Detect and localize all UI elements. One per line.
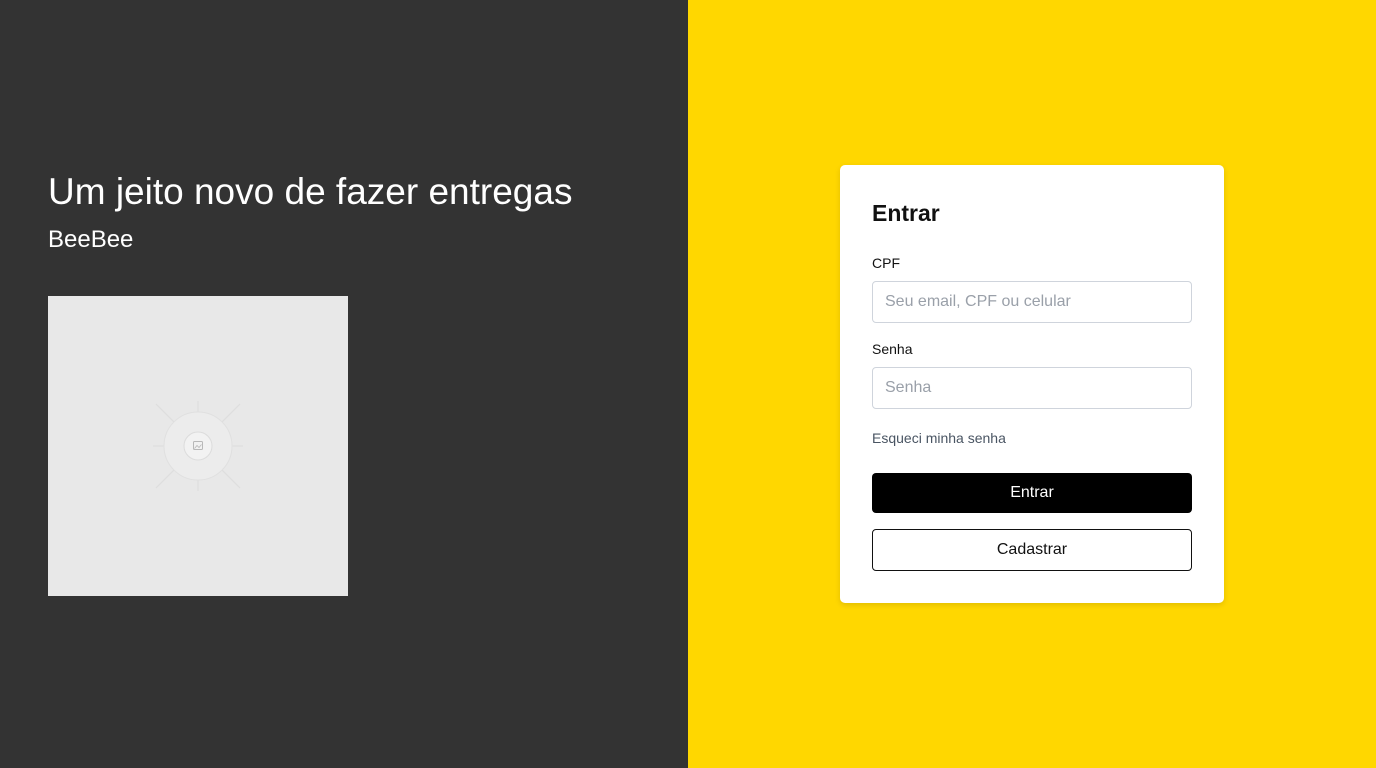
password-label: Senha	[872, 341, 913, 357]
brand-name: BeeBee	[48, 226, 134, 253]
login-card: Entrar CPF Senha Esqueci minha senha Ent…	[840, 165, 1224, 603]
image-placeholder-icon	[153, 401, 243, 491]
login-title: Entrar	[872, 200, 940, 226]
register-button[interactable]: Cadastrar	[872, 529, 1192, 571]
page: Um jeito novo de fazer entregas BeeBee E…	[0, 0, 1376, 768]
login-button[interactable]: Entrar	[872, 473, 1192, 513]
password-input[interactable]	[872, 367, 1192, 409]
cpf-label: CPF	[872, 255, 900, 271]
login-panel: Entrar CPF Senha Esqueci minha senha Ent…	[688, 0, 1376, 768]
hero-headline: Um jeito novo de fazer entregas	[48, 171, 573, 212]
forgot-password-link[interactable]: Esqueci minha senha	[872, 429, 1006, 447]
cpf-input[interactable]	[872, 281, 1192, 323]
hero-image-placeholder	[48, 296, 348, 596]
hero-panel: Um jeito novo de fazer entregas BeeBee	[0, 0, 688, 768]
